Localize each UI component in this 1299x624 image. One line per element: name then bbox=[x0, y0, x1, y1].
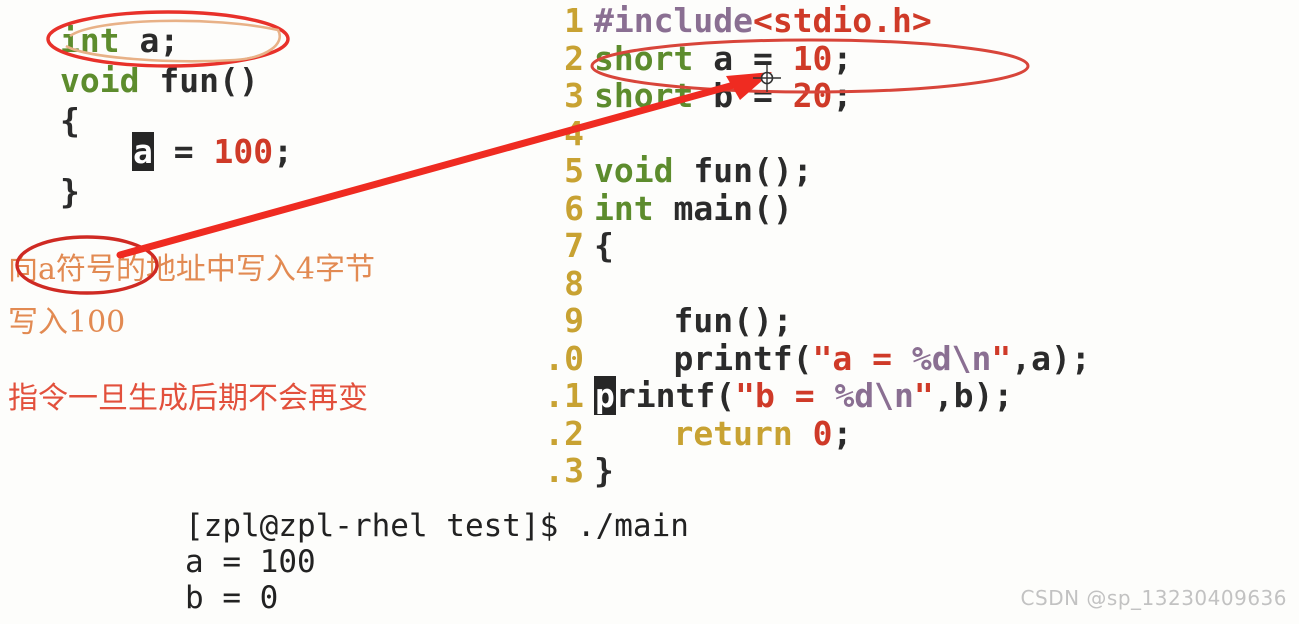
left-code-line: void fun() bbox=[60, 62, 259, 100]
annotation-text-instruction-fixed: 指令一旦生成后期不会再变 bbox=[8, 381, 368, 416]
annotation-text-write-4-bytes: 向a符号的地址中写入4字节 bbox=[8, 252, 375, 287]
code-token: 0 bbox=[812, 413, 833, 453]
code-token: %d\n bbox=[834, 376, 914, 415]
code-token: int bbox=[60, 21, 120, 60]
left-code-snippet: int a; void fun(){a = 100;} bbox=[0, 0, 500, 230]
terminal-prompt-line: [zpl@zpl-rhel test]$ ./main bbox=[185, 508, 689, 544]
editor-source-line[interactable]: fun(); bbox=[594, 301, 793, 340]
code-token: = bbox=[153, 132, 214, 171]
editor-line-number: .2 bbox=[544, 413, 584, 453]
left-code-line: int a; bbox=[60, 22, 179, 60]
code-token: a = bbox=[693, 38, 793, 78]
left-code-line: } bbox=[60, 173, 80, 211]
code-token: } bbox=[594, 451, 614, 490]
code-token: int bbox=[594, 188, 654, 228]
code-token: { bbox=[60, 101, 80, 140]
code-token: fun() bbox=[139, 61, 259, 100]
code-token: ,b); bbox=[933, 376, 1014, 415]
code-token: "a = bbox=[812, 338, 912, 378]
left-code-line: { bbox=[60, 102, 80, 140]
code-token: { bbox=[594, 226, 614, 265]
screenshot-stage: int a; void fun(){a = 100;} 1 #include<std… bbox=[0, 0, 1299, 624]
code-token: 10 bbox=[792, 38, 833, 78]
terminal-output-line: a = 100 bbox=[185, 544, 316, 580]
code-token: fun(); bbox=[594, 301, 793, 340]
editor-source-line[interactable]: } bbox=[594, 453, 614, 489]
editor-line-number: 9 bbox=[564, 301, 584, 340]
code-token: " bbox=[991, 338, 1012, 378]
code-token: #include bbox=[594, 1, 753, 40]
editor-source-line[interactable]: printf("a = %d\n",a); bbox=[594, 338, 1091, 378]
editor-source-line[interactable]: { bbox=[594, 228, 614, 264]
code-token: void bbox=[594, 151, 674, 190]
editor-line-number: .1 bbox=[544, 376, 584, 415]
code-token: %d\n bbox=[911, 338, 992, 378]
code-token: fun(); bbox=[673, 151, 813, 190]
code-token: main() bbox=[653, 188, 793, 228]
editor-line-number: .3 bbox=[544, 451, 584, 490]
editor-line-number: 3 bbox=[564, 76, 584, 115]
editor-source-line[interactable]: return 0; bbox=[594, 413, 853, 453]
csdn-watermark: CSDN @sp_13230409636 bbox=[1020, 586, 1287, 610]
vim-source-buffer[interactable]: 1 #include<stdio.h> 2 short a = 10; 3 short b… bbox=[522, 0, 1299, 500]
code-token: ; bbox=[832, 413, 853, 453]
code-token: 20 bbox=[792, 76, 833, 115]
editor-source-line[interactable]: short b = 20; bbox=[594, 78, 852, 114]
editor-line-number: 6 bbox=[564, 188, 584, 228]
code-token: void bbox=[60, 61, 140, 100]
code-token: ; bbox=[832, 38, 853, 78]
code-token: } bbox=[60, 172, 80, 211]
code-token: a; bbox=[119, 21, 180, 60]
editor-line-number: 8 bbox=[564, 263, 584, 303]
code-token: short bbox=[594, 76, 694, 115]
code-token: "b = bbox=[735, 376, 835, 415]
editor-source-line[interactable]: void fun(); bbox=[594, 153, 813, 189]
editor-source-line[interactable]: printf("b = %d\n",b); bbox=[594, 376, 1014, 415]
code-token: " bbox=[913, 376, 934, 415]
shell-output: [zpl@zpl-rhel test]$ ./main a = 100 b = … bbox=[185, 508, 1085, 616]
left-code-line: a = 100; bbox=[132, 132, 293, 171]
terminal-output-line: b = 0 bbox=[185, 580, 279, 616]
editor-cursor-block: a bbox=[132, 132, 154, 171]
editor-line-number: 7 bbox=[564, 226, 584, 265]
editor-source-line[interactable]: int main() bbox=[594, 188, 793, 228]
code-token: rintf( bbox=[615, 376, 736, 415]
editor-line-number: 2 bbox=[564, 38, 584, 78]
code-token: return bbox=[673, 413, 793, 453]
editor-source-line[interactable]: #include<stdio.h> bbox=[594, 3, 932, 39]
editor-line-number: 5 bbox=[564, 151, 584, 190]
editor-source-line[interactable]: short a = 10; bbox=[594, 38, 853, 78]
code-token: 100 bbox=[213, 132, 274, 171]
code-token: ,a); bbox=[1011, 338, 1091, 378]
code-token: ; bbox=[832, 76, 853, 115]
code-token: ; bbox=[273, 132, 293, 171]
editor-cursor-block: p bbox=[594, 376, 616, 415]
code-token: printf( bbox=[594, 338, 813, 378]
editor-line-number: .0 bbox=[544, 338, 584, 378]
code-token: b = bbox=[693, 76, 793, 115]
editor-line-number: 1 bbox=[564, 1, 584, 40]
annotation-text-write-100: 写入100 bbox=[8, 305, 126, 340]
code-token: short bbox=[594, 38, 694, 78]
editor-line-number: 4 bbox=[564, 113, 584, 153]
code-token: <stdio.h> bbox=[752, 1, 932, 40]
